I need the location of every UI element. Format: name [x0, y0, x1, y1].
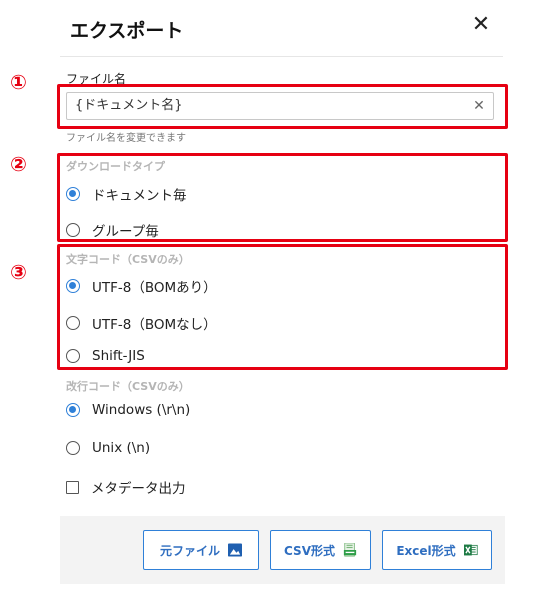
export-csv-button[interactable]: CSV形式 [270, 530, 371, 570]
newline-label: 改行コード（CSVのみ） [66, 380, 190, 393]
button-label: 元ファイル [159, 543, 220, 558]
radio-label: Windows (\r\n) [92, 402, 191, 418]
annotation-marker-1: ① [10, 70, 27, 94]
radio-newline-windows[interactable]: Windows (\r\n) [66, 402, 190, 418]
annotation-box-2 [57, 153, 508, 242]
header-divider [60, 56, 503, 57]
radio-selected-icon [66, 403, 80, 417]
close-icon[interactable]: ✕ [470, 14, 492, 36]
csv-file-icon [343, 543, 357, 557]
excel-icon [463, 544, 478, 556]
radio-label: Unix (\n) [92, 440, 151, 456]
radio-unselected-icon [66, 441, 80, 455]
button-label: Excel形式 [396, 543, 456, 558]
checkbox-label: メタデータ出力 [91, 481, 186, 497]
filename-help-text: ファイル名を変更できます [66, 133, 186, 144]
annotation-box-1 [57, 84, 508, 129]
image-icon [228, 543, 242, 557]
button-label: CSV形式 [284, 543, 335, 558]
annotation-box-3 [57, 244, 508, 370]
export-excel-button[interactable]: Excel形式 [382, 530, 492, 570]
annotation-marker-3: ③ [10, 260, 27, 284]
radio-newline-unix[interactable]: Unix (\n) [66, 440, 150, 456]
dialog-title: エクスポート [70, 20, 184, 42]
export-original-button[interactable]: 元ファイル [143, 530, 259, 570]
checkbox-icon [66, 480, 79, 494]
annotation-marker-2: ② [10, 152, 27, 176]
metadata-checkbox[interactable]: メタデータ出力 [66, 477, 186, 497]
